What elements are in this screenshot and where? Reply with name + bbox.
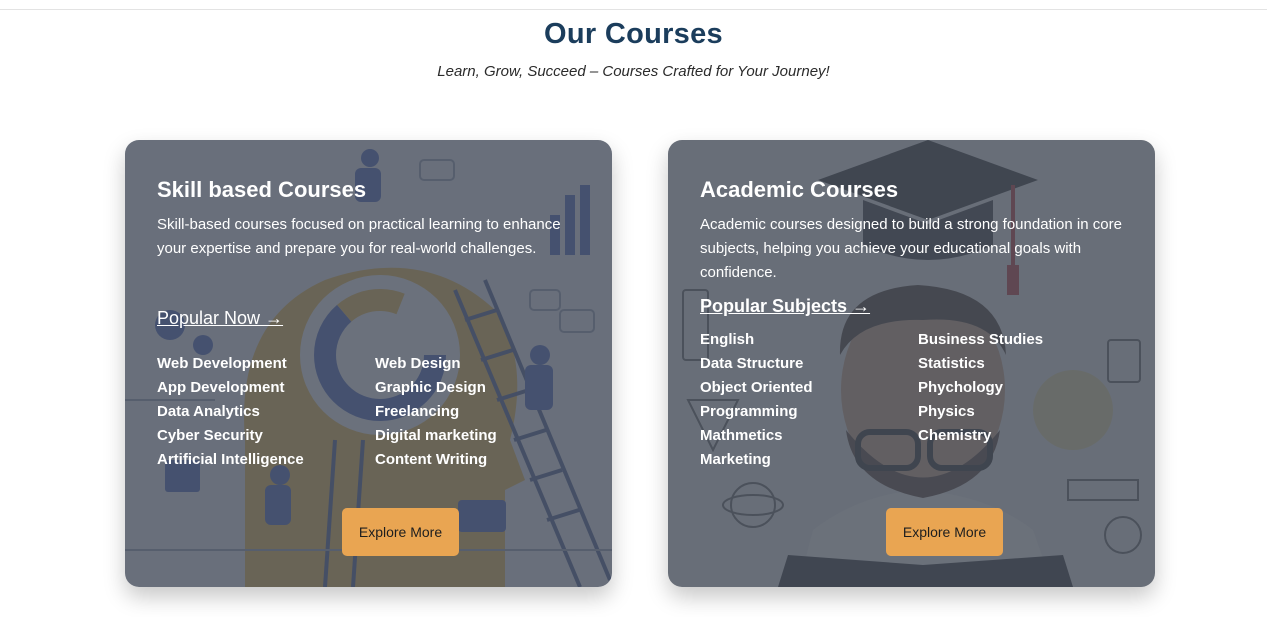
top-divider bbox=[0, 9, 1267, 10]
list-item: Web Development bbox=[157, 355, 287, 372]
list-item: Freelancing bbox=[375, 403, 460, 420]
list-item: Data Structure bbox=[700, 355, 804, 372]
explore-more-button[interactable]: Explore More bbox=[342, 508, 459, 556]
list-item: Physics bbox=[918, 403, 975, 420]
list-item: Marketing bbox=[700, 451, 771, 468]
list-item: Cyber Security bbox=[157, 427, 263, 444]
card-title: Skill based Courses bbox=[157, 177, 367, 202]
list-item: Web Design bbox=[375, 355, 461, 372]
list-item: Data Analytics bbox=[157, 403, 260, 420]
list-item: English bbox=[700, 331, 755, 348]
list-item: Chemistry bbox=[918, 427, 992, 444]
academic-courses-card: Academic Courses Academic courses design… bbox=[668, 140, 1155, 587]
list-item: Content Writing bbox=[375, 451, 488, 468]
course-list-column-2: Web Design Graphic Design Freelancing Di… bbox=[375, 352, 497, 472]
page-subtitle: Learn, Grow, Succeed – Courses Crafted f… bbox=[437, 63, 830, 80]
subject-list-column-2: Business Studies Statistics Phychology P… bbox=[918, 328, 1043, 448]
list-item: Object Oriented bbox=[700, 379, 813, 396]
list-item: App Development bbox=[157, 379, 285, 396]
list-item: Statistics bbox=[918, 355, 985, 372]
list-item: Mathmetics bbox=[700, 427, 783, 444]
list-item: Phychology bbox=[918, 379, 1004, 396]
list-item: Business Studies bbox=[918, 331, 1044, 348]
list-item: Artificial Intelligence bbox=[157, 451, 304, 468]
popular-now-link[interactable]: Popular Now → bbox=[157, 308, 283, 329]
explore-more-button[interactable]: Explore More bbox=[886, 508, 1003, 556]
card-description: Skill-based courses focused on practical… bbox=[157, 216, 561, 257]
skill-courses-card: Skill based Courses Skill-based courses … bbox=[125, 140, 612, 587]
popular-subjects-link[interactable]: Popular Subjects → bbox=[700, 296, 870, 317]
list-item: Graphic Design bbox=[375, 379, 486, 396]
card-description: Academic courses designed to build a str… bbox=[700, 216, 1122, 281]
list-item: Digital marketing bbox=[375, 427, 497, 444]
card-title: Academic Courses bbox=[700, 177, 899, 202]
page-title: Our Courses bbox=[544, 18, 723, 50]
course-list-column-1: Web Development App Development Data Ana… bbox=[157, 352, 304, 472]
list-item: Programming bbox=[700, 403, 798, 420]
subject-list-column-1: English Data Structure Object Oriented P… bbox=[700, 328, 813, 472]
